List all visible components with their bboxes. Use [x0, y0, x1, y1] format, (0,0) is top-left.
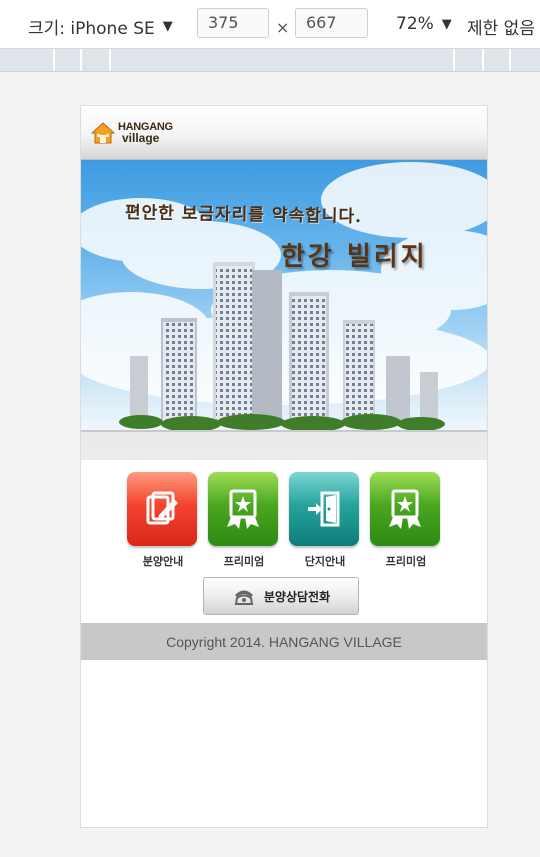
dimension-separator: × [276, 18, 290, 37]
zoom-label: 72% [396, 14, 434, 34]
media-query-ruler[interactable] [0, 49, 540, 72]
ruler-divider [109, 49, 111, 71]
menu-item-premium[interactable]: 프리미엄 [370, 472, 442, 569]
sales-call-button[interactable]: 분양상담전화 [203, 577, 359, 615]
ruler-divider [509, 49, 511, 71]
ruler-divider [453, 49, 455, 71]
site-logo[interactable]: HANGANG village [91, 122, 173, 144]
chevron-down-icon: ▼ [162, 19, 173, 34]
award-ribbon-icon [389, 489, 421, 529]
copyright-text: Copyright 2014. HANGANG VILLAGE [166, 633, 402, 650]
house-icon [91, 122, 115, 144]
menu-label: 단지안내 [304, 555, 346, 568]
menu-label: 분양안내 [142, 555, 184, 568]
menu-item-premium[interactable]: 프리미엄 [208, 472, 280, 569]
award-ribbon-icon [227, 489, 259, 529]
width-input[interactable]: 375 [197, 8, 269, 38]
menu-item-complex-info[interactable]: 단지안내 [289, 472, 361, 569]
menu-icon-tile [127, 472, 197, 546]
hero-slogan: 편안한 보금자리를 약속합니다. [124, 202, 363, 228]
menu-label: 프리미엄 [385, 555, 427, 568]
hero-banner: 편안한 보금자리를 약속합니다. 한강 빌리지 [81, 160, 487, 460]
device-label: 크기: iPhone SE [28, 19, 155, 39]
menu-icon-tile [208, 472, 278, 546]
telephone-icon [234, 590, 254, 605]
throttle-select[interactable]: 제한 없음 [467, 14, 535, 39]
menu-icon-tile [289, 472, 359, 546]
ruler-divider [53, 49, 55, 71]
height-input[interactable]: 667 [295, 8, 368, 38]
device-select[interactable]: 크기: iPhone SE ▼ [28, 14, 173, 39]
site-header: HANGANG village [81, 106, 487, 160]
zoom-select[interactable]: 72% ▼ [396, 14, 452, 34]
quick-menu: 분양안내 프리미엄 단지안내 프리미엄 [127, 472, 441, 572]
sales-call-label: 분양상담전화 [263, 589, 331, 604]
device-viewport: HANGANG village 편안한 보금자리를 약속합니다. 한강 빌리지 … [80, 105, 488, 828]
site-footer: Copyright 2014. HANGANG VILLAGE [81, 623, 487, 660]
chevron-down-icon: ▼ [441, 16, 452, 32]
ruler-divider [80, 49, 82, 71]
edit-document-icon [146, 491, 178, 525]
menu-icon-tile [370, 472, 440, 546]
menu-label: 프리미엄 [223, 555, 265, 568]
hero-title: 한강 빌리지 [281, 242, 428, 272]
logo-sub: village [122, 131, 160, 145]
menu-item-sale-info[interactable]: 분양안내 [127, 472, 199, 569]
device-toolbar: 크기: iPhone SE ▼ 375 × 667 72% ▼ 제한 없음 [0, 0, 540, 49]
enter-door-icon [308, 491, 340, 527]
ruler-divider [482, 49, 484, 71]
